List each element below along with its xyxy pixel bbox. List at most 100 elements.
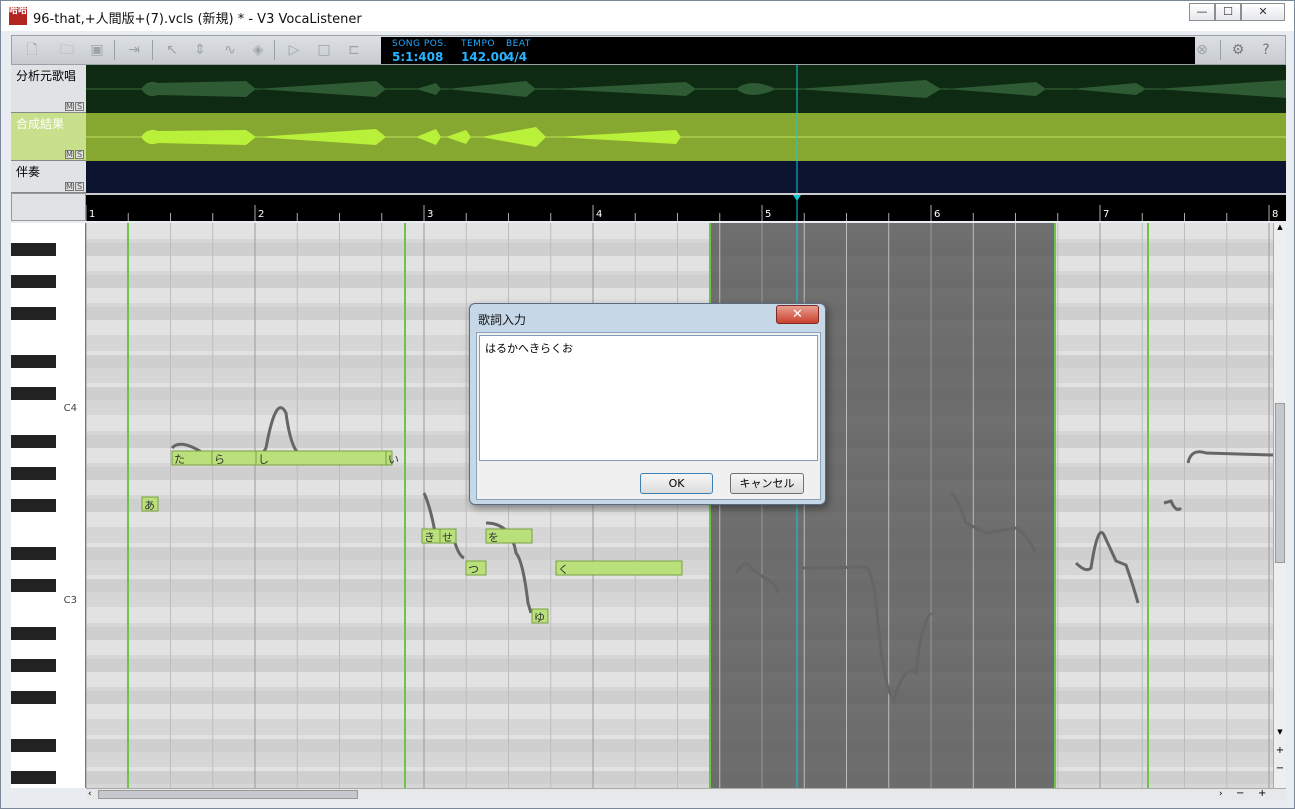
bar-number: 2 bbox=[258, 209, 265, 220]
note-lyric: ゆ bbox=[534, 611, 545, 624]
bar-number: 6 bbox=[934, 209, 941, 220]
h-zoom-out-button[interactable]: − bbox=[1236, 788, 1244, 799]
close-button[interactable]: ✕ bbox=[1241, 3, 1285, 21]
note-lyric: せ bbox=[442, 531, 453, 544]
beat-value: 4/4 bbox=[506, 50, 528, 64]
black-key[interactable] bbox=[11, 307, 56, 320]
pitch-lane bbox=[86, 639, 1273, 655]
mute-button[interactable]: M bbox=[65, 182, 74, 191]
track-header-result[interactable]: 合成結果 MS bbox=[11, 113, 86, 161]
loop-icon[interactable]: ⊏ bbox=[344, 40, 364, 60]
export-icon[interactable]: ⇥ bbox=[124, 40, 144, 60]
black-key[interactable] bbox=[11, 499, 56, 512]
scroll-down-button[interactable]: ▼ bbox=[1274, 728, 1286, 738]
piano-keyboard[interactable]: C4 C3 bbox=[11, 223, 86, 788]
save-icon[interactable]: ▣ bbox=[87, 40, 107, 60]
stop-circle-icon[interactable]: ⊗ bbox=[1192, 40, 1212, 60]
pitch-lane bbox=[86, 223, 1273, 239]
black-key[interactable] bbox=[11, 771, 56, 784]
app-logo-icon: 哈哈 bbox=[9, 7, 27, 25]
scroll-left-button[interactable]: ‹ bbox=[88, 789, 92, 799]
black-key[interactable] bbox=[11, 435, 56, 448]
black-key-lane bbox=[86, 243, 1273, 256]
vertical-scrollbar[interactable]: ▲ ▼ + − bbox=[1273, 223, 1286, 788]
black-key-lane bbox=[86, 275, 1273, 288]
black-key[interactable] bbox=[11, 355, 56, 368]
mute-button[interactable]: M bbox=[65, 102, 74, 111]
pitch-lane bbox=[86, 671, 1273, 687]
solo-button[interactable]: S bbox=[75, 182, 84, 191]
black-key[interactable] bbox=[11, 579, 56, 592]
note-lyric: た bbox=[174, 453, 185, 466]
black-key[interactable] bbox=[11, 243, 56, 256]
black-key[interactable] bbox=[11, 275, 56, 288]
help-icon[interactable]: ? bbox=[1256, 40, 1276, 60]
black-key[interactable] bbox=[11, 387, 56, 400]
app-window: 哈哈 96-that,+人間版+(7).vcls (新規) * - V3 Voc… bbox=[0, 0, 1295, 809]
track-name: 分析元歌唱 bbox=[16, 69, 77, 83]
note-lyric: し bbox=[258, 453, 269, 466]
bar-number: 3 bbox=[427, 209, 434, 220]
black-key[interactable] bbox=[11, 547, 56, 560]
title-bar[interactable]: 哈哈 96-that,+人間版+(7).vcls (新規) * - V3 Voc… bbox=[1, 1, 1294, 31]
maximize-button[interactable]: ☐ bbox=[1215, 3, 1241, 21]
note-lyric: つ bbox=[468, 563, 479, 576]
note-lyric: ら bbox=[214, 453, 225, 466]
pointer-icon[interactable]: ↖ bbox=[162, 40, 182, 60]
vertical-scroll-thumb[interactable] bbox=[1275, 403, 1285, 563]
open-icon[interactable]: 🗀 bbox=[57, 40, 77, 60]
minimize-button[interactable]: — bbox=[1189, 3, 1215, 21]
mute-solo: MS bbox=[64, 182, 84, 191]
toolbar: 🗋 🗀 ▣ ⇥ ↖ ⇕ ∿ ◈ ▷ □ ⊏ SONG POS. TEMPO BE… bbox=[11, 35, 1286, 65]
track-header-source[interactable]: 分析元歌唱 MS bbox=[11, 65, 86, 113]
horizontal-scroll-thumb[interactable] bbox=[98, 790, 358, 799]
black-key-lane bbox=[86, 691, 1273, 704]
dynamics-icon[interactable]: ◈ bbox=[248, 40, 268, 60]
h-zoom-in-button[interactable]: + bbox=[1258, 788, 1266, 799]
new-icon[interactable]: 🗋 bbox=[22, 40, 42, 60]
toolbar-separator bbox=[152, 40, 153, 60]
solo-button[interactable]: S bbox=[75, 150, 84, 159]
scroll-up-button[interactable]: ▲ bbox=[1274, 223, 1286, 233]
note-block[interactable] bbox=[555, 560, 683, 576]
bar-number: 8 bbox=[1272, 209, 1279, 220]
track-name: 合成結果 bbox=[16, 117, 65, 131]
black-key[interactable] bbox=[11, 659, 56, 672]
mute-button[interactable]: M bbox=[65, 150, 74, 159]
ok-button[interactable]: OK bbox=[640, 473, 713, 494]
pitch-lane bbox=[86, 591, 1273, 607]
horizontal-scrollbar[interactable]: ‹ › − + bbox=[86, 788, 1286, 800]
black-key[interactable] bbox=[11, 467, 56, 480]
cancel-button[interactable]: キャンセル bbox=[730, 473, 804, 494]
lyric-textarea[interactable]: はるかへきらくお bbox=[479, 335, 818, 461]
octave-label-c3: C3 bbox=[63, 595, 77, 606]
black-key[interactable] bbox=[11, 739, 56, 752]
timeline-ruler[interactable]: 1 2 3 4 5 6 7 8 bbox=[86, 193, 1286, 221]
play-icon[interactable]: ▷ bbox=[284, 40, 304, 60]
solo-button[interactable]: S bbox=[75, 102, 84, 111]
gear-icon[interactable]: ⚙ bbox=[1228, 40, 1248, 60]
black-key[interactable] bbox=[11, 627, 56, 640]
black-key[interactable] bbox=[11, 691, 56, 704]
pitch-lane bbox=[86, 703, 1273, 719]
mute-solo: MS bbox=[64, 150, 84, 159]
track-name: 伴奏 bbox=[16, 165, 41, 179]
dialog-title: 歌詞入力 bbox=[478, 313, 527, 327]
mute-solo: MS bbox=[64, 102, 84, 111]
scroll-right-button[interactable]: › bbox=[1219, 789, 1223, 799]
zoom-out-button[interactable]: − bbox=[1274, 763, 1286, 777]
accompaniment-track-lane bbox=[86, 161, 1286, 193]
zoom-in-button[interactable]: + bbox=[1274, 745, 1286, 759]
updown-icon[interactable]: ⇕ bbox=[190, 40, 210, 60]
note-lyric: く bbox=[558, 563, 569, 576]
track-header-accompaniment[interactable]: 伴奏 MS bbox=[11, 161, 86, 193]
bar-number: 4 bbox=[596, 209, 603, 220]
note-block[interactable] bbox=[255, 450, 387, 466]
lyric-input-dialog: 歌詞入力 ✕ はるかへきらくお OK キャンセル bbox=[469, 303, 826, 505]
pitch-lane bbox=[86, 287, 1273, 303]
song-pos-label: SONG POS. bbox=[392, 39, 447, 49]
pitch-icon[interactable]: ∿ bbox=[220, 40, 240, 60]
stop-icon[interactable]: □ bbox=[314, 40, 334, 60]
dialog-close-button[interactable]: ✕ bbox=[776, 305, 819, 324]
track-waveforms[interactable] bbox=[86, 65, 1286, 193]
